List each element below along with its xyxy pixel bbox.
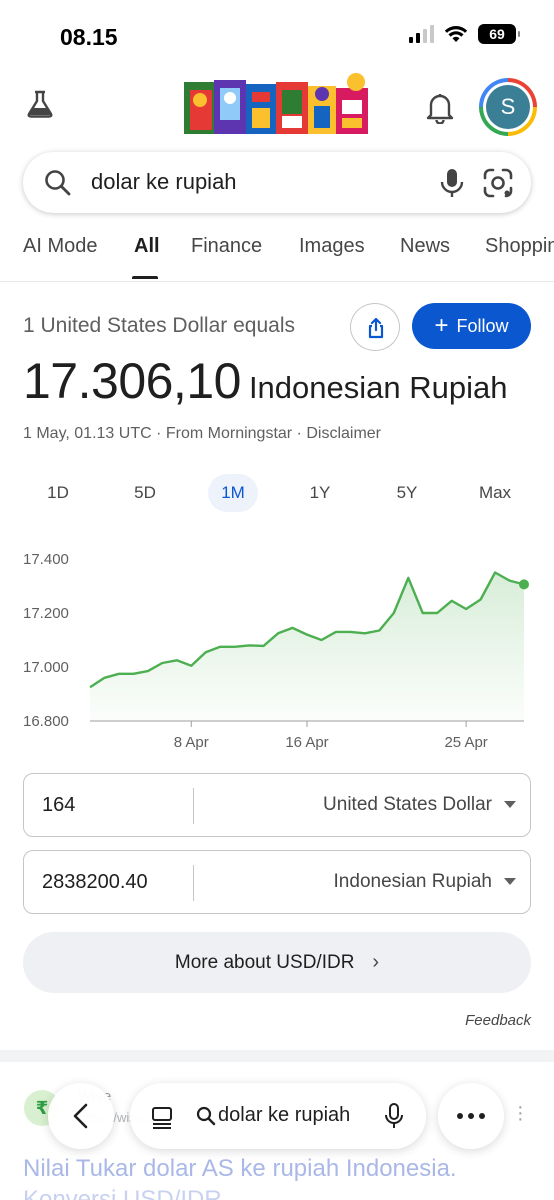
result-title[interactable]: Nilai Tukar dolar AS ke rupiah Indonesia… (23, 1155, 457, 1183)
tab-news[interactable]: News (400, 235, 450, 258)
tab-ai-mode[interactable]: AI Mode (23, 235, 97, 258)
y-tick-label: 17.200 (23, 605, 69, 622)
active-tab-indicator (132, 276, 158, 279)
dot (479, 1113, 485, 1119)
exchange-rate: 17.306,10 Indonesian Rupiah (23, 352, 507, 410)
avatar-initial: S (486, 85, 530, 129)
battery-icon: 69 (478, 24, 520, 44)
back-button[interactable] (48, 1083, 114, 1149)
status-bar: 08.15 69 (0, 0, 554, 70)
follow-button[interactable]: + Follow (412, 303, 531, 349)
x-tick-label: 8 Apr (174, 734, 209, 751)
range-max[interactable]: Max (470, 483, 520, 503)
to-currency-select[interactable]: Indonesian Rupiah (334, 871, 492, 893)
voice-search-mic-icon[interactable] (384, 1103, 404, 1129)
range-1m[interactable]: 1M (208, 483, 258, 503)
to-currency-row[interactable]: 2838200.40 Indonesian Rupiah (23, 850, 531, 914)
result-options-icon[interactable]: · · · (517, 1097, 524, 1129)
labs-flask-icon[interactable] (24, 88, 56, 120)
search-tabs: AI Mode All Finance Images News Shopping (0, 226, 554, 282)
more-about-label: More about USD/IDR (174, 951, 355, 973)
bottom-search-query[interactable]: dolar ke rupiah (218, 1104, 350, 1127)
account-avatar[interactable]: S (479, 78, 537, 136)
search-icon (196, 1106, 216, 1126)
tab-shopping[interactable]: Shopping (485, 235, 554, 258)
plus-icon: + (434, 312, 449, 339)
tab-images[interactable]: Images (299, 235, 365, 258)
x-tick-label: 25 Apr (444, 734, 487, 751)
y-tick-label: 17.000 (23, 659, 69, 676)
range-5d[interactable]: 5D (120, 483, 170, 503)
dot (457, 1113, 463, 1119)
from-amount-input[interactable]: 164 (42, 794, 75, 817)
search-input[interactable]: dolar ke rupiah (23, 152, 531, 213)
rate-meta[interactable]: 1 May, 01.13 UTC · From Morningstar · Di… (23, 425, 381, 443)
notification-bell-icon[interactable] (424, 90, 456, 124)
feedback-link[interactable]: Feedback (465, 1012, 531, 1029)
chevron-left-icon (73, 1103, 88, 1129)
to-amount-input[interactable]: 2838200.40 (42, 871, 148, 894)
follow-label: Follow (456, 315, 509, 336)
bottom-search-bar[interactable]: dolar ke rupiah (130, 1083, 426, 1149)
avatar: S (483, 82, 533, 132)
result-snippet: Konversi USD/IDR (23, 1186, 222, 1200)
search-query[interactable]: dolar ke rupiah (91, 169, 237, 195)
voice-search-mic-icon[interactable] (439, 167, 465, 199)
x-tick-label: 16 Apr (285, 734, 328, 751)
rate-currency: Indonesian Rupiah (248, 370, 508, 405)
wifi-icon (444, 26, 468, 42)
y-tick-label: 17.400 (23, 551, 69, 568)
tab-finance[interactable]: Finance (191, 235, 262, 258)
search-icon (45, 170, 71, 196)
more-about-button[interactable]: More about USD/IDR › (23, 932, 531, 993)
range-1d[interactable]: 1D (33, 483, 83, 503)
from-currency-row[interactable]: 164 United States Dollar (23, 773, 531, 837)
signal-icon (409, 25, 434, 43)
y-tick-label: 16.800 (23, 713, 69, 730)
more-options-button[interactable] (438, 1083, 504, 1149)
dot (468, 1113, 474, 1119)
status-icons: 69 (409, 24, 520, 44)
google-lens-camera-icon[interactable] (481, 166, 515, 200)
range-1y[interactable]: 1Y (295, 483, 345, 503)
rate-value: 17.306,10 (23, 353, 241, 409)
google-doodle-logo[interactable] (184, 70, 370, 136)
tab-all[interactable]: All (134, 235, 160, 258)
conversion-description: 1 United States Dollar equals (23, 314, 295, 337)
status-time: 08.15 (60, 24, 118, 50)
chevron-down-icon[interactable] (504, 878, 516, 885)
field-divider (193, 865, 194, 901)
chevron-down-icon[interactable] (504, 801, 516, 808)
chevron-right-icon: › (372, 951, 380, 973)
latest-point-marker (519, 579, 529, 590)
exchange-rate-chart[interactable]: 17.400 17.200 17.000 16.800 8 Apr 16 Apr 25 Ap… (0, 540, 554, 760)
share-icon (368, 317, 384, 339)
chart-area-fill (90, 572, 524, 721)
field-divider (193, 788, 194, 824)
tab-switcher-icon[interactable] (150, 1105, 174, 1129)
section-divider (0, 1050, 554, 1062)
share-button[interactable] (350, 303, 400, 351)
from-currency-select[interactable]: United States Dollar (323, 794, 492, 816)
range-5y[interactable]: 5Y (382, 483, 432, 503)
